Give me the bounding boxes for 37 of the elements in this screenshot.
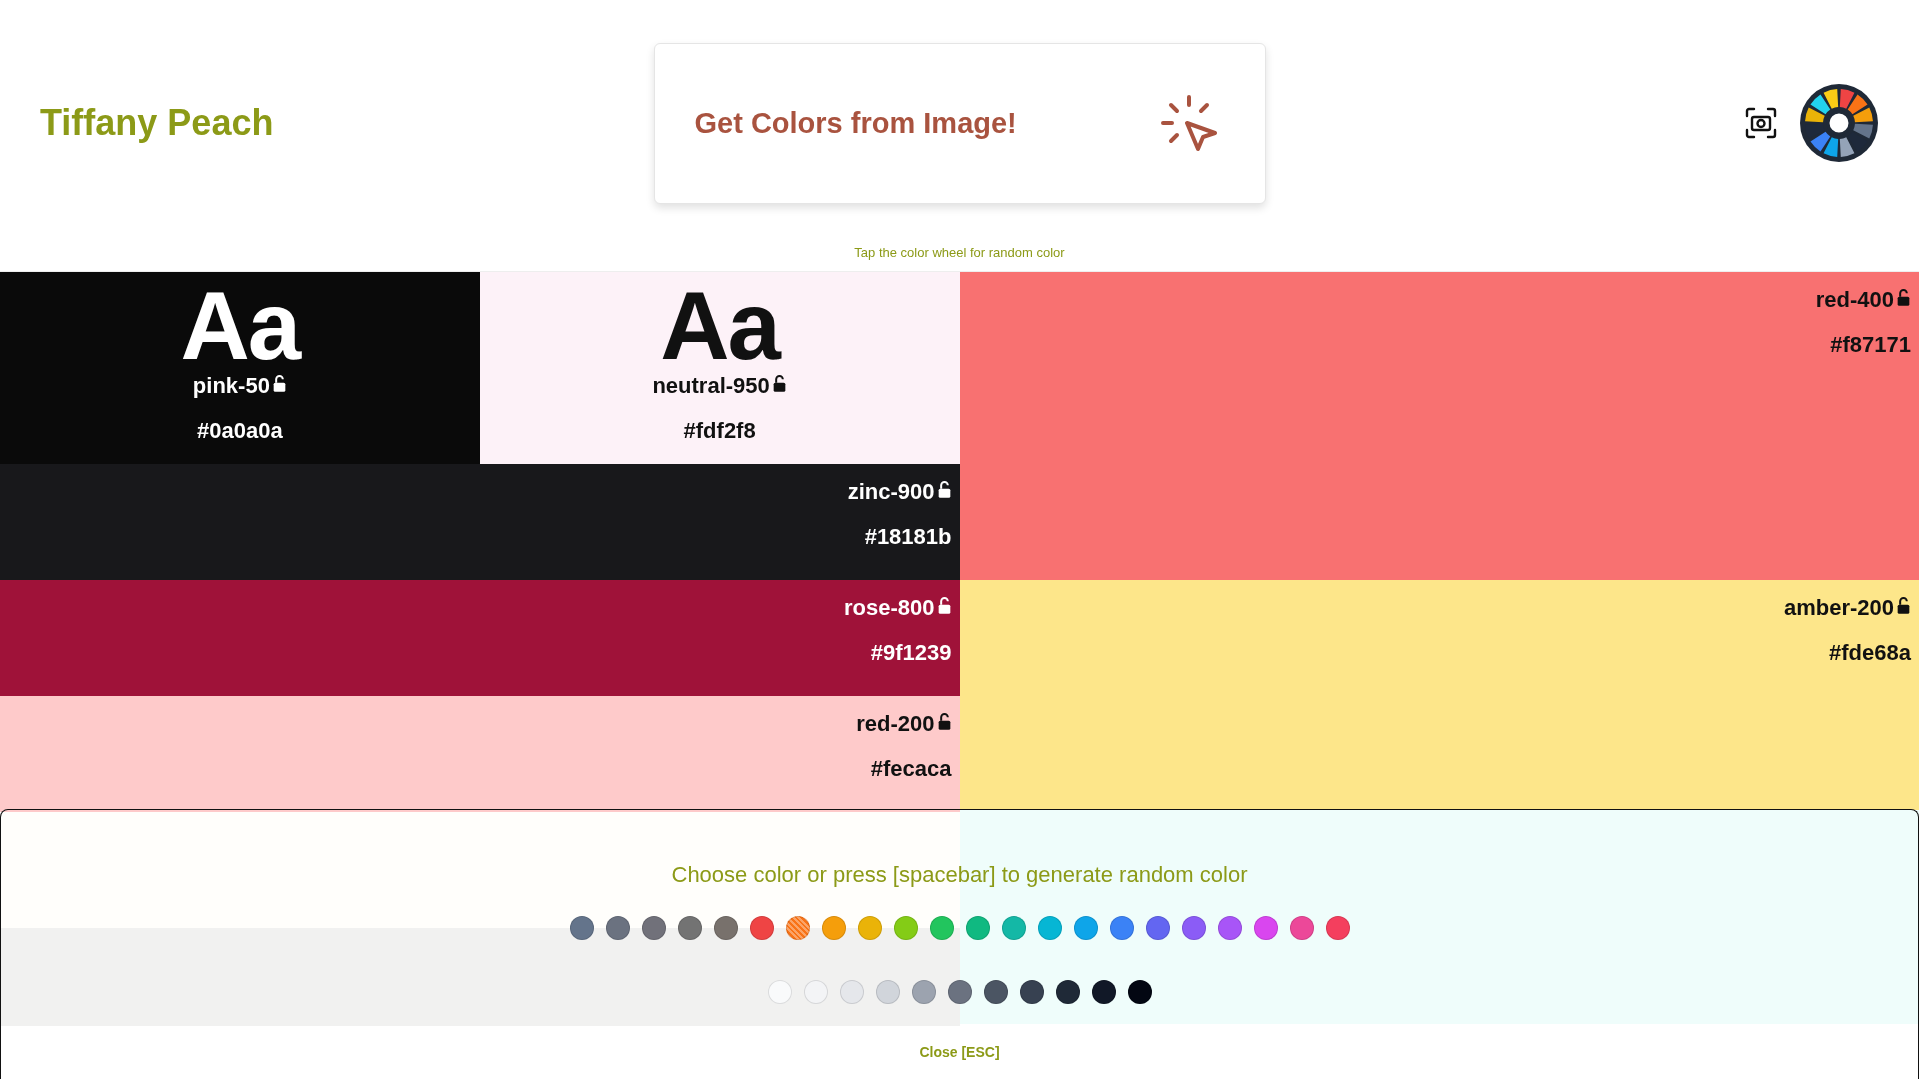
hex-code: #fecaca <box>870 756 952 782</box>
unlock-icon[interactable] <box>1896 287 1911 307</box>
hex-code: #18181b <box>864 524 952 550</box>
color-name: rose-800 <box>844 595 935 621</box>
color-name: amber-200 <box>1783 595 1894 621</box>
unlock-icon[interactable] <box>271 373 287 393</box>
color-name: neutral-950 <box>652 373 770 399</box>
color-tile[interactable]: red-200 #fecaca <box>0 696 960 812</box>
app-title: Tiffany Peach <box>40 102 275 144</box>
hex-code: #f87171 <box>1830 332 1911 358</box>
color-tile[interactable]: red-400 #f87171 <box>959 272 1919 580</box>
unlock-icon[interactable] <box>771 373 787 393</box>
unlock-icon[interactable] <box>1896 595 1911 615</box>
hex-code: #9f1239 <box>870 640 952 666</box>
hex-code: #fdf2f8 <box>683 418 756 444</box>
camera-icon[interactable] <box>1745 107 1777 139</box>
color-tile[interactable]: zinc-900 #18181b <box>0 464 960 580</box>
font-sample: Aa <box>660 286 779 366</box>
unlock-icon[interactable] <box>936 479 952 499</box>
hint-text: Tap the color wheel for random color <box>853 246 1066 262</box>
unlock-icon[interactable] <box>936 595 952 615</box>
color-tile[interactable]: amber-200 #fde68a <box>959 580 1919 810</box>
cursor-click-icon <box>1158 95 1219 151</box>
font-sample: Aa <box>180 286 300 366</box>
color-name: pink-50 <box>192 373 270 399</box>
color-name: red-200 <box>856 711 935 737</box>
hex-code: #fde68a <box>1829 640 1911 666</box>
unlock-icon[interactable] <box>936 711 952 731</box>
get-colors-from-image-button[interactable]: Get Colors from Image! <box>653 42 1266 204</box>
color-wheel-icon[interactable] <box>1799 83 1879 163</box>
color-tile[interactable]: Aa neutral-950 #fdf2f8 <box>479 272 960 464</box>
color-name: red-400 <box>1815 287 1894 313</box>
color-tile[interactable]: Aa pink-50 #0a0a0a <box>0 272 480 464</box>
picker-title: Choose color or press [spacebar] to generate random color <box>671 862 1248 889</box>
color-tile[interactable]: rose-800 #9f1239 <box>0 580 960 696</box>
hex-code: #0a0a0a <box>197 418 283 444</box>
color-name: zinc-900 <box>847 479 935 505</box>
